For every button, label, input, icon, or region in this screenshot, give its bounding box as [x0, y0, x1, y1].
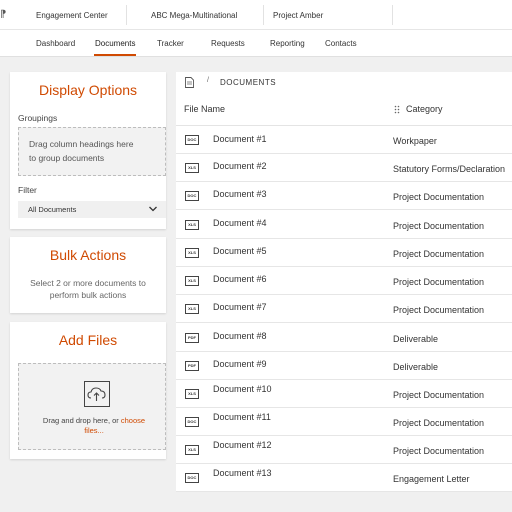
- top-bar: ⁋ Engagement Center ABC Mega-Multination…: [0, 0, 512, 30]
- pdf-file-icon: PDF: [185, 333, 199, 343]
- table-row[interactable]: XLS Document #10 Project Documentation: [176, 380, 512, 408]
- app-logo-icon[interactable]: ⁋: [0, 8, 8, 22]
- documents-panel: / DOCUMENTS File Name Category DOC Docume…: [176, 72, 512, 492]
- breadcrumb-divider: [126, 5, 127, 25]
- document-category: Project Documentation: [393, 192, 485, 202]
- tab-tracker[interactable]: Tracker: [157, 30, 184, 57]
- choose-files-link-cont[interactable]: files...: [84, 426, 104, 435]
- grouping-drop-zone[interactable]: Drag column headings here to group docum…: [18, 127, 166, 176]
- document-category: Deliverable: [393, 334, 439, 344]
- table-row[interactable]: XLS Document #6 Project Documentation: [176, 267, 512, 295]
- filter-select-value: All Documents: [28, 205, 77, 214]
- document-icon: [185, 77, 194, 88]
- add-files-hint: Drag and drop here, or choose files...: [29, 416, 159, 436]
- document-category: Workpaper: [393, 136, 437, 146]
- bulk-actions-title: Bulk Actions: [49, 247, 127, 263]
- table-row[interactable]: XLS Document #7 Project Documentation: [176, 295, 512, 323]
- breadcrumb-divider: [392, 5, 393, 25]
- xls-file-icon: XLS: [185, 389, 199, 399]
- tab-reporting[interactable]: Reporting: [270, 30, 305, 57]
- table-row[interactable]: DOC Document #1 Workpaper: [176, 126, 512, 154]
- xls-file-icon: XLS: [185, 163, 199, 173]
- add-files-title: Add Files: [58, 332, 118, 348]
- add-files-card: Add Files Drag and drop here, or choose …: [10, 322, 166, 459]
- table-row[interactable]: XLS Document #12 Project Documentation: [176, 436, 512, 464]
- xls-file-icon: XLS: [185, 276, 199, 286]
- document-category: Statutory Forms/Declaration: [393, 164, 506, 174]
- column-header-category[interactable]: Category: [406, 104, 443, 114]
- column-header-file-name[interactable]: File Name: [184, 104, 225, 114]
- breadcrumb-separator: /: [207, 77, 209, 84]
- doc-file-icon: DOC: [185, 417, 199, 427]
- document-name[interactable]: Document #10: [213, 384, 272, 394]
- xls-file-icon: XLS: [185, 304, 199, 314]
- add-files-hint-prefix: Drag and drop here, or: [42, 416, 119, 425]
- table-row[interactable]: PDF Document #8 Deliverable: [176, 324, 512, 352]
- document-name[interactable]: Document #6: [213, 274, 267, 284]
- drag-handle-icon[interactable]: [394, 105, 400, 114]
- cloud-upload-icon: [84, 381, 110, 407]
- document-name[interactable]: Document #3: [213, 189, 267, 199]
- document-name[interactable]: Document #12: [213, 440, 272, 450]
- document-name[interactable]: Document #13: [213, 468, 272, 478]
- display-options-title: Display Options: [38, 82, 138, 98]
- document-category: Project Documentation: [393, 390, 485, 400]
- document-name[interactable]: Document #4: [213, 218, 267, 228]
- document-name[interactable]: Document #11: [213, 412, 271, 422]
- grouping-hint-line1: Drag column headings here: [29, 139, 134, 149]
- bulk-actions-card: Bulk Actions Select 2 or more documents …: [10, 237, 166, 313]
- main-nav: Dashboard Documents Tracker Requests Rep…: [0, 30, 512, 57]
- doc-file-icon: DOC: [185, 191, 199, 201]
- tab-documents[interactable]: Documents: [93, 30, 137, 57]
- chevron-down-icon: [149, 206, 157, 212]
- tab-requests[interactable]: Requests: [211, 30, 245, 57]
- document-name[interactable]: Document #8: [213, 331, 267, 341]
- table-row[interactable]: PDF Document #9 Deliverable: [176, 352, 512, 380]
- breadcrumb-divider: [263, 5, 264, 25]
- document-name[interactable]: Document #7: [213, 302, 267, 312]
- document-category: Project Documentation: [393, 277, 485, 287]
- document-name[interactable]: Document #2: [213, 161, 267, 171]
- breadcrumb-client[interactable]: ABC Mega-Multinational: [151, 0, 237, 30]
- breadcrumb-engagement-center[interactable]: Engagement Center: [36, 0, 108, 30]
- breadcrumb-project[interactable]: Project Amber: [273, 0, 323, 30]
- document-category: Engagement Letter: [393, 474, 470, 484]
- document-category: Project Documentation: [393, 305, 485, 315]
- bulk-actions-hint-line2: perform bulk actions: [49, 290, 127, 300]
- document-category: Project Documentation: [393, 418, 485, 428]
- grouping-hint-line2: to group documents: [29, 153, 105, 163]
- pdf-file-icon: PDF: [185, 361, 199, 371]
- groupings-label: Groupings: [18, 113, 58, 123]
- tab-dashboard[interactable]: Dashboard: [36, 30, 75, 57]
- doc-file-icon: DOC: [185, 135, 199, 145]
- table-row[interactable]: XLS Document #5 Project Documentation: [176, 239, 512, 267]
- document-name[interactable]: Document #5: [213, 246, 267, 256]
- table-row[interactable]: DOC Document #11 Project Documentation: [176, 408, 512, 436]
- document-category: Project Documentation: [393, 221, 485, 231]
- bulk-actions-hint-line1: Select 2 or more documents to: [30, 278, 146, 288]
- filter-select[interactable]: All Documents: [18, 201, 166, 218]
- document-name[interactable]: Document #9: [213, 359, 267, 369]
- documents-breadcrumb: DOCUMENTS: [220, 78, 277, 87]
- document-name[interactable]: Document #1: [213, 134, 267, 144]
- table-row[interactable]: DOC Document #3 Project Documentation: [176, 182, 512, 210]
- document-category: Deliverable: [393, 362, 439, 372]
- filter-label: Filter: [18, 185, 37, 195]
- xls-file-icon: XLS: [185, 248, 199, 258]
- table-row[interactable]: XLS Document #4 Project Documentation: [176, 211, 512, 239]
- document-category: Project Documentation: [393, 446, 485, 456]
- document-category: Project Documentation: [393, 249, 485, 259]
- table-row[interactable]: DOC Document #13 Engagement Letter: [176, 464, 512, 492]
- doc-file-icon: DOC: [185, 473, 199, 483]
- table-row[interactable]: XLS Document #2 Statutory Forms/Declaratio…: [176, 154, 512, 182]
- display-options-card: Display Options Groupings Drag column he…: [10, 72, 166, 229]
- xls-file-icon: XLS: [185, 445, 199, 455]
- choose-files-link[interactable]: choose: [121, 416, 145, 425]
- file-drop-zone[interactable]: Drag and drop here, or choose files...: [18, 363, 166, 450]
- tab-contacts[interactable]: Contacts: [325, 30, 357, 57]
- xls-file-icon: XLS: [185, 220, 199, 230]
